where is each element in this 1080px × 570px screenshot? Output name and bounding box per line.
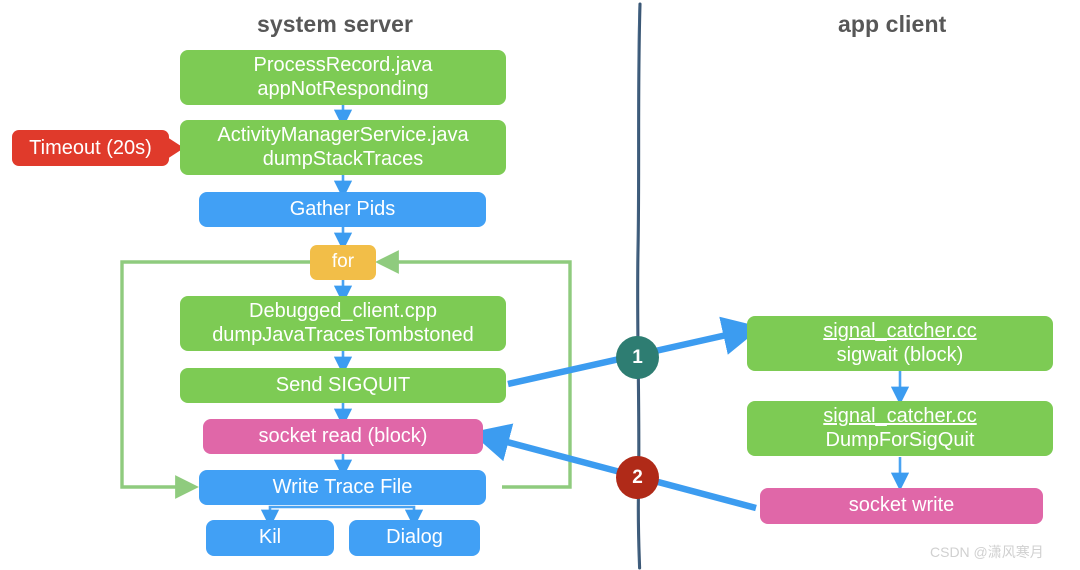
- node-socket-read[interactable]: socket read (block): [203, 419, 483, 454]
- node-line-1: signal_catcher.cc: [823, 405, 977, 428]
- node-write-trace-file[interactable]: Write Trace File: [199, 470, 486, 505]
- node-line-1: Kil: [258, 526, 282, 549]
- node-line-2: dumpJavaTracesTombstoned: [212, 323, 474, 346]
- node-line-2: sigwait (block): [836, 343, 964, 366]
- node-line-1: Dialog: [386, 526, 443, 549]
- step-marker-1: 1: [616, 336, 659, 379]
- node-dialog[interactable]: Dialog: [349, 520, 480, 556]
- node-line-1: Gather Pids: [289, 197, 396, 220]
- node-dump-for-sigquit[interactable]: signal_catcher.cc DumpForSigQuit: [747, 401, 1053, 456]
- node-debugged-client[interactable]: Debugged_client.cpp dumpJavaTracesTombst…: [180, 296, 506, 351]
- node-gather-pids[interactable]: Gather Pids: [199, 192, 486, 227]
- connector-layer: [120, 2, 910, 570]
- diagram-canvas: system server app client Timeout (20s) P…: [0, 0, 1080, 570]
- node-kill[interactable]: Kil: [206, 520, 334, 556]
- node-send-sigquit[interactable]: Send SIGQUIT: [180, 368, 506, 403]
- node-line-1: socket write: [848, 494, 955, 517]
- timeout-badge: Timeout (20s): [12, 130, 169, 166]
- node-activity-manager-service[interactable]: ActivityManagerService.java dumpStackTra…: [180, 120, 506, 175]
- lane-title-system-server: system server: [257, 11, 414, 37]
- node-line-2: dumpStackTraces: [262, 147, 424, 170]
- node-process-record[interactable]: ProcessRecord.java appNotResponding: [180, 50, 506, 105]
- lane-title-app-client: app client: [838, 11, 947, 37]
- node-line-1: for: [331, 251, 355, 273]
- node-line-1: Send SIGQUIT: [275, 373, 411, 396]
- node-line-2: DumpForSigQuit: [825, 428, 975, 451]
- step-marker-2: 2: [616, 456, 659, 499]
- node-line-1: Write Trace File: [272, 475, 413, 498]
- node-line-1: ActivityManagerService.java: [217, 124, 469, 147]
- node-line-1: ProcessRecord.java: [253, 54, 433, 77]
- node-line-2: appNotResponding: [257, 77, 429, 100]
- node-sigwait[interactable]: signal_catcher.cc sigwait (block): [747, 316, 1053, 371]
- node-socket-write[interactable]: socket write: [760, 488, 1043, 524]
- node-line-1: socket read (block): [258, 424, 428, 447]
- step-marker-label: 2: [632, 466, 643, 488]
- timeout-label: Timeout (20s): [29, 136, 152, 159]
- node-line-1: Debugged_client.cpp: [249, 300, 437, 323]
- node-for-loop[interactable]: for: [310, 245, 376, 280]
- step-marker-label: 1: [632, 346, 643, 368]
- node-line-1: signal_catcher.cc: [823, 320, 977, 343]
- watermark: CSDN @潇风寒月: [930, 544, 1044, 560]
